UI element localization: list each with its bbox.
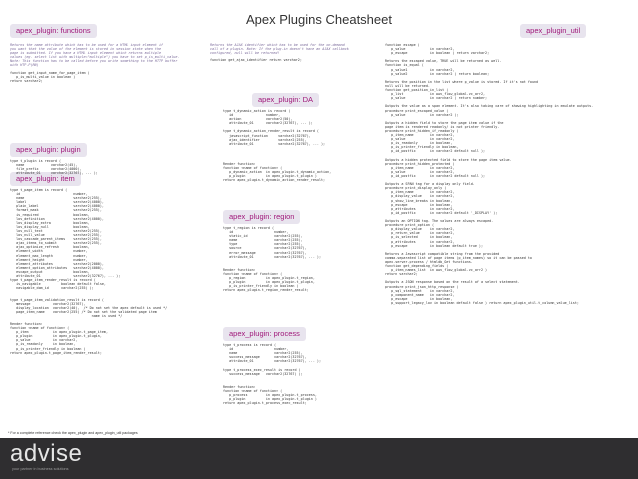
process-code: type t_process is record ( id number, na…: [223, 343, 321, 376]
section-plugin-header: apex_plugin: plugin: [10, 143, 87, 157]
item-validation-result-code: type t_page_item_validation_result is re…: [10, 298, 168, 319]
plugin-code: type t_plugin is record ( name varchar2(…: [10, 159, 98, 176]
advise-logo: advise: [10, 440, 83, 467]
footer: advise your partner in business solution…: [0, 438, 638, 479]
da-render-function: Render function: function <name of funct…: [223, 162, 332, 183]
item-code: type t_page_item is record ( id number, …: [10, 188, 121, 278]
section-region-header: apex_plugin: region: [223, 210, 301, 224]
functions-code: function get_input_name_for_page_item ( …: [10, 71, 90, 84]
footer-tagline: your partner in business solutions: [12, 467, 69, 471]
region-code: type t_region is record ( id number, sta…: [223, 226, 321, 259]
section-process-header: apex_plugin: process: [223, 327, 306, 341]
region-render-function: Render function: function <name of funct…: [223, 268, 315, 293]
util-code: function escape ( p_value in varchar2, p…: [385, 43, 594, 305]
item-render-function: Render function: function <name of funct…: [10, 322, 108, 355]
ajax-note: Returns the AJAX identifier which has to…: [210, 43, 349, 56]
section-da-header: apex_plugin: DA: [252, 93, 320, 107]
item-render-result-code: type t_page_item_render_result is record…: [10, 278, 106, 291]
section-functions-header: apex_plugin: functions: [10, 24, 97, 38]
process-render-function: Render function: function <name of funct…: [223, 385, 317, 406]
section-util-header: apex_plugin_util: [520, 24, 587, 38]
footnote: * For a complete reference check the ape…: [8, 431, 138, 435]
da-code: type t_dynamic_action is record ( id num…: [223, 109, 326, 146]
functions-note: Returns the name attribute which has to …: [10, 43, 180, 68]
ajax-code: function get_ajax_identifier return varc…: [210, 58, 302, 62]
